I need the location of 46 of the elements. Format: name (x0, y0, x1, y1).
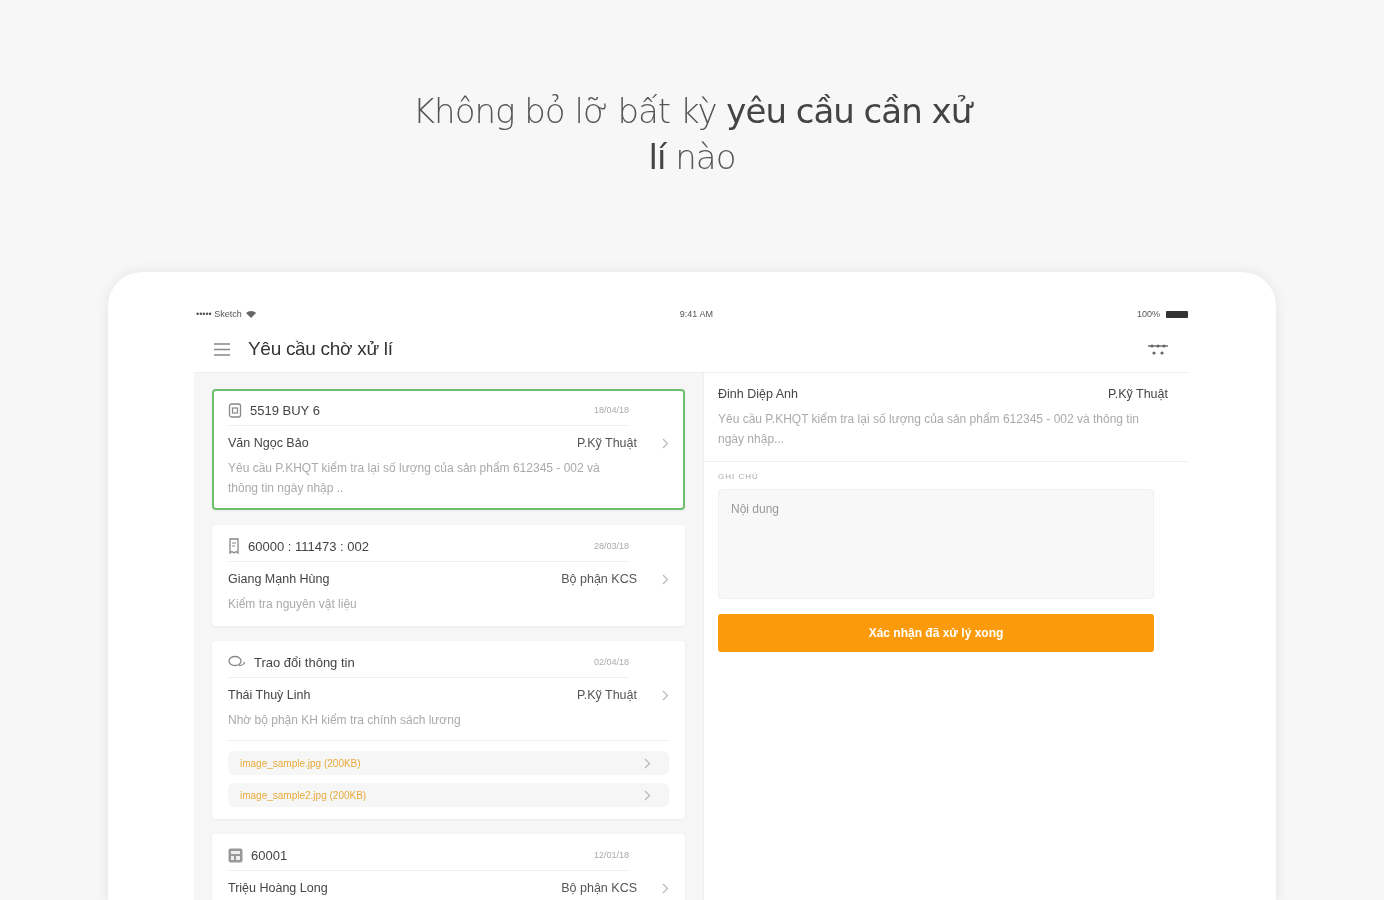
requester-name: Giang Mạnh Hùng (228, 572, 331, 586)
request-date: 02/04/18 (593, 657, 629, 667)
request-card[interactable]: 60001 12/01/18 Triệu Hoàng Long Bộ phận KCS (212, 834, 685, 900)
chevron-right-icon (662, 437, 669, 449)
department-label: P.Kỹ Thuật (577, 436, 637, 450)
requester-name: Văn Ngọc Bảo (228, 436, 310, 450)
request-description: Yêu cầu P.KHQT kiểm tra lại số lượng của sản phẩm 612345 - 002 và thông tin ngày nhập .. (228, 460, 601, 497)
note-field[interactable]: Nội dung (718, 489, 1154, 599)
requester-name: Triệu Hoàng Long (228, 881, 329, 895)
request-card[interactable]: 5519 BUY 6 18/04/18 Văn Ngọc Bảo P.Kỹ Thuật Yêu cầu P.KHQT kiểm tra lại số lượng của sản phẩm 612345 - 002 và thông tin ngày nhập .. (212, 389, 685, 510)
department-label: P.Kỹ Thuật (577, 688, 637, 702)
filter-icon[interactable] (1148, 342, 1168, 356)
request-card[interactable]: 60000 : 111473 : 002 28/03/18 Giang Mạnh Hùng Bộ phận KCS Kiểm tra nguyên vật liệu (212, 525, 685, 626)
requester-name: Đinh Diệp Anh (718, 387, 798, 401)
headline: Không bỏ lỡ bất kỳ yêu cầu cần xử lí nào (412, 90, 972, 179)
menu-icon[interactable] (214, 342, 230, 356)
request-date: 12/01/18 (593, 850, 629, 860)
note-label: GHI CHÚ (718, 472, 760, 481)
request-description: Nhờ bộ phận KH kiểm tra chính sách lương (228, 712, 462, 729)
receipt-icon (228, 538, 240, 554)
carrier-label: ••••• Sketch (196, 309, 242, 319)
clock: 9:41 AM (679, 309, 713, 319)
department-label: P.Kỹ Thuật (1108, 387, 1168, 401)
requester-name: Thái Thuỳ Linh (228, 688, 312, 702)
request-code: 5519 BUY 6 (250, 402, 321, 418)
request-date: 18/04/18 (593, 405, 629, 415)
department-label: Bộ phận KCS (561, 572, 637, 586)
calculator-icon (228, 847, 243, 863)
chevron-right-icon (644, 757, 651, 769)
chevron-right-icon (662, 882, 669, 894)
request-description: Yêu cầu P.KHQT kiểm tra lại số lượng của sản phẩm 612345 - 002 và thông tin ngày nhập... (718, 411, 1141, 448)
battery-icon (1166, 310, 1188, 318)
request-code: 60001 (251, 847, 289, 863)
chat-bubbles-icon (228, 655, 246, 669)
wifi-icon (245, 310, 256, 318)
battery-percent: 100% (1136, 309, 1160, 319)
document-icon (228, 402, 242, 418)
chevron-right-icon (662, 573, 669, 585)
page-title: Yêu cầu chờ xử lí (248, 338, 394, 360)
request-description: Kiểm tra nguyên vật liệu (228, 596, 358, 613)
request-code: 60000 : 111473 : 002 (248, 538, 370, 554)
request-code: Trao đổi thông tin (254, 654, 356, 670)
department-label: Bộ phận KCS (561, 881, 637, 895)
chevron-right-icon (662, 689, 669, 701)
chevron-right-icon (644, 789, 651, 801)
request-date: 28/03/18 (593, 541, 629, 551)
